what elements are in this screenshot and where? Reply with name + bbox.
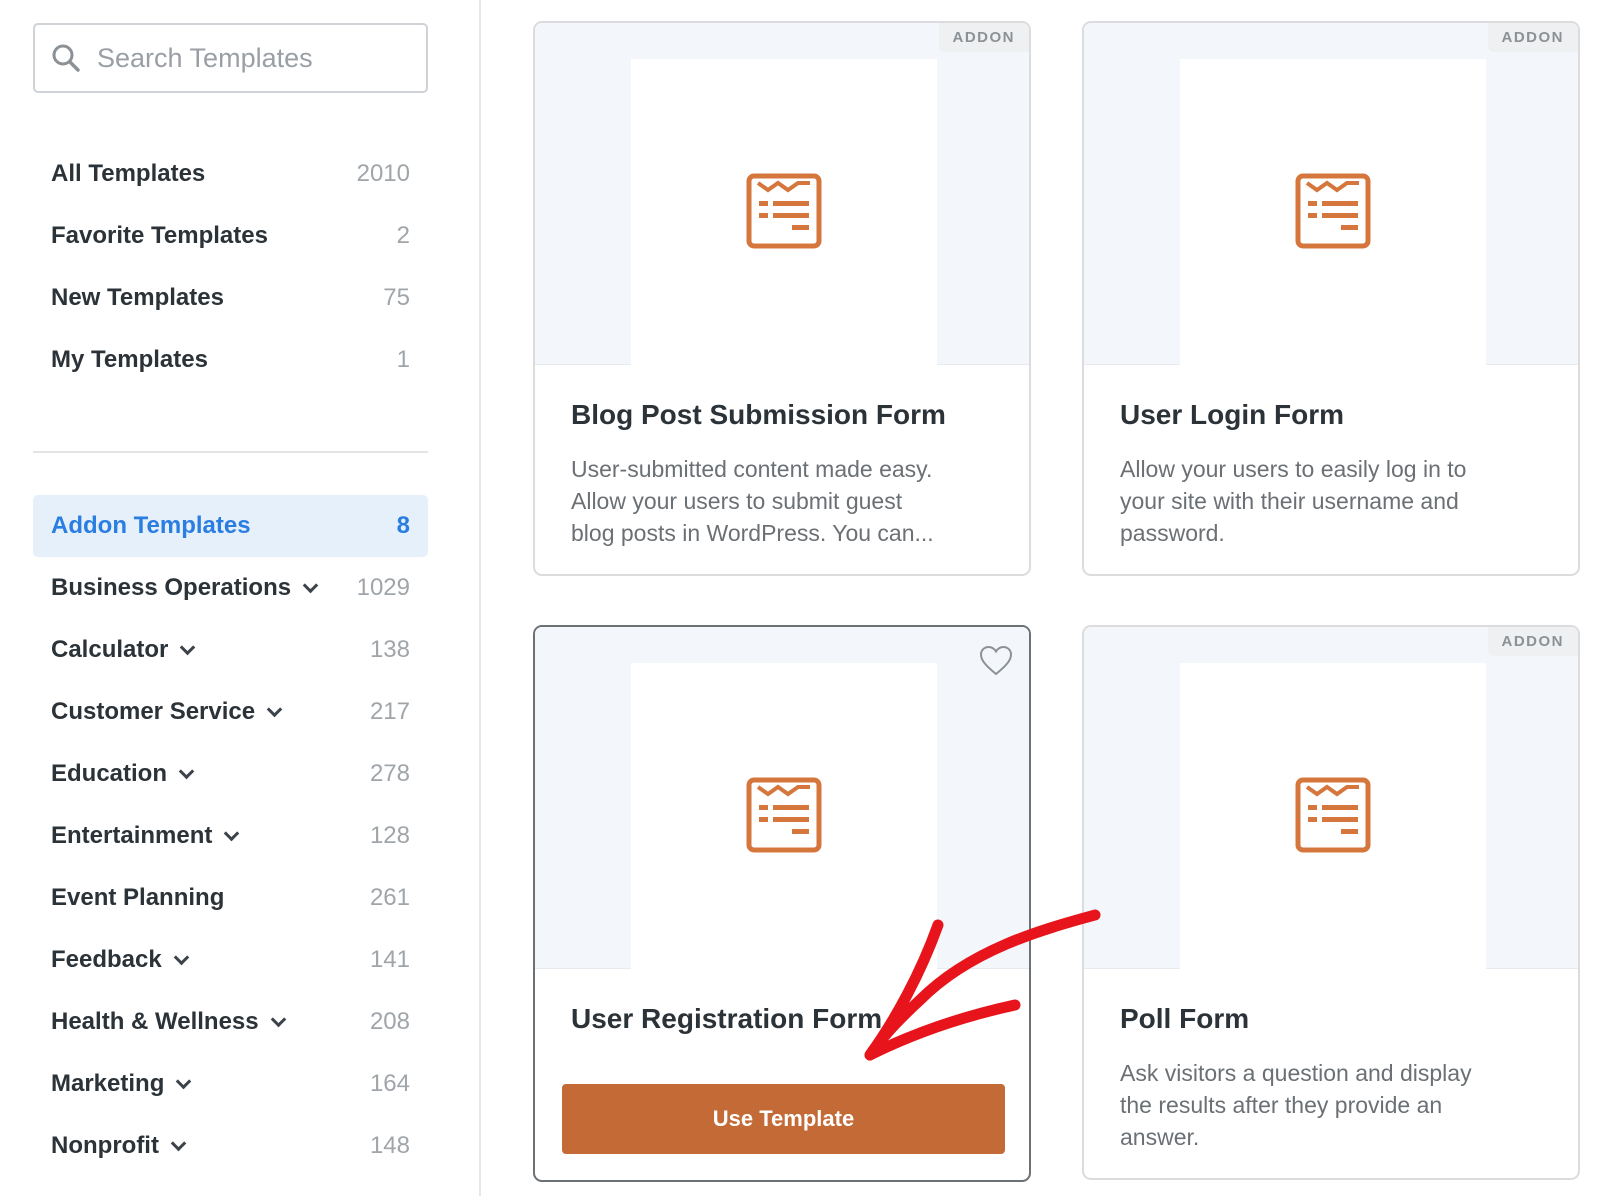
card-description-line: User-submitted content made easy. — [571, 456, 933, 482]
sidebar-item-count: 8 — [396, 512, 410, 539]
template-card-user-registration[interactable]: User Registration Form Use Template — [533, 625, 1031, 1182]
sidebar-item-count: 164 — [369, 1070, 410, 1097]
template-card-user-login[interactable]: ADDON User Login Form Allow your users t… — [1082, 21, 1580, 576]
sidebar-item-label: All Templates — [51, 160, 206, 187]
sidebar-item-count: 278 — [369, 760, 410, 787]
sidebar-item-count: 138 — [369, 636, 410, 663]
chevron-down-icon[interactable] — [302, 577, 319, 593]
sidebar-item-label: Business Operations — [51, 574, 292, 601]
card-title: Blog Post Submission Form — [571, 399, 946, 430]
sidebar-item-feedback[interactable]: Feedback 141 — [33, 929, 428, 991]
chevron-down-icon[interactable] — [180, 639, 196, 655]
addon-badge: ADDON — [1487, 627, 1578, 656]
sidebar-item-count: 148 — [369, 1132, 410, 1159]
sidebar-item-my-templates[interactable]: My Templates 1 — [33, 329, 428, 391]
sidebar-item-count: 261 — [369, 884, 410, 911]
sidebar-item-count: 128 — [369, 822, 410, 849]
addon-badge: ADDON — [1487, 23, 1578, 52]
card-title: User Login Form — [1120, 399, 1345, 430]
card-description: Ask visitors a question and display the … — [1120, 1057, 1542, 1153]
sidebar-item-count: 217 — [369, 698, 410, 725]
sidebar-item-marketing[interactable]: Marketing 164 — [33, 1053, 428, 1115]
sidebar-item-count: 2010 — [356, 160, 410, 187]
card-description-line: blog posts in WordPress. You can... — [571, 520, 934, 546]
chevron-down-icon[interactable] — [178, 763, 195, 779]
card-description-line: Ask visitors a question and display — [1120, 1060, 1472, 1086]
sidebar-item-label: Nonprofit — [51, 1132, 159, 1159]
template-preview: ADDON — [1084, 23, 1578, 365]
sidebar-item-label: Calculator — [51, 636, 169, 663]
card-description: User-submitted content made easy. Allow … — [571, 453, 993, 549]
card-description-line: password. — [1120, 520, 1225, 546]
chevron-down-icon[interactable] — [173, 949, 189, 965]
form-template-icon — [1295, 173, 1371, 249]
sidebar-divider — [33, 451, 428, 453]
template-preview: ADDON — [1084, 627, 1578, 969]
template-card-blog-post-submission[interactable]: ADDON Blog Post Submission Form User-sub… — [533, 21, 1031, 576]
sidebar-item-calculator[interactable]: Calculator 138 — [33, 619, 428, 681]
category-list: Addon Templates 8 Business Operations 10… — [33, 495, 428, 1177]
sidebar-item-label: Event Planning — [51, 884, 225, 911]
sidebar-item-count: 1029 — [356, 574, 410, 601]
sidebar-item-all-templates[interactable]: All Templates 2010 — [33, 143, 428, 205]
card-description-line: Allow your users to submit guest — [571, 488, 903, 514]
sidebar-item-customer-service[interactable]: Customer Service 217 — [33, 681, 428, 743]
card-description-line: Allow your users to easily log in to — [1120, 456, 1467, 482]
form-template-icon — [746, 777, 822, 853]
search-input[interactable] — [97, 42, 397, 74]
sidebar-item-count: 75 — [383, 284, 410, 311]
chevron-down-icon[interactable] — [170, 1135, 187, 1151]
template-preview: ADDON — [535, 23, 1029, 365]
template-card-poll[interactable]: ADDON Poll Form Ask visitors a question … — [1082, 625, 1580, 1180]
sidebar-item-count: 141 — [369, 946, 410, 973]
card-description: Allow your users to easily log in to you… — [1120, 453, 1542, 549]
sidebar-item-label: Marketing — [51, 1070, 165, 1097]
chevron-down-icon[interactable] — [266, 701, 283, 717]
search-icon — [52, 44, 80, 72]
sidebar-item-count: 208 — [369, 1008, 410, 1035]
sidebar-item-label: Health & Wellness — [51, 1008, 259, 1035]
sidebar-item-label: New Templates — [51, 284, 224, 311]
chevron-down-icon[interactable] — [176, 1073, 192, 1089]
sidebar-item-label: My Templates — [51, 346, 208, 373]
sidebar-item-count: 2 — [396, 222, 410, 249]
card-title: Poll Form — [1120, 1003, 1250, 1034]
primary-filter-list: All Templates 2010 Favorite Templates 2 … — [33, 143, 428, 391]
sidebar-item-label: Feedback — [51, 946, 162, 973]
sidebar-item-addon-templates[interactable]: Addon Templates 8 — [33, 495, 428, 557]
annotation-arrow-icon — [864, 909, 1101, 1061]
sidebar-item-new-templates[interactable]: New Templates 75 — [33, 267, 428, 329]
search-box[interactable] — [33, 23, 428, 93]
sidebar-item-label: Education — [51, 760, 168, 787]
chevron-down-icon[interactable] — [224, 825, 240, 841]
addon-badge: ADDON — [938, 23, 1029, 52]
use-template-button[interactable]: Use Template — [562, 1084, 1005, 1154]
card-description-line: answer. — [1120, 1124, 1200, 1150]
sidebar-item-education[interactable]: Education 278 — [33, 743, 428, 805]
sidebar-item-count: 1 — [396, 346, 410, 373]
sidebar-item-favorite-templates[interactable]: Favorite Templates 2 — [33, 205, 428, 267]
sidebar-item-label: Favorite Templates — [51, 222, 268, 249]
form-template-icon — [1295, 777, 1371, 853]
sidebar-item-label: Customer Service — [51, 698, 256, 725]
sidebar-item-nonprofit[interactable]: Nonprofit 148 — [33, 1115, 428, 1177]
sidebar-item-business-operations[interactable]: Business Operations 1029 — [33, 557, 428, 619]
sidebar-item-label: Entertainment — [51, 822, 213, 849]
card-description-line: your site with their username and — [1120, 488, 1459, 514]
sidebar-item-event-planning[interactable]: Event Planning 261 — [33, 867, 428, 929]
sidebar-item-entertainment[interactable]: Entertainment 128 — [33, 805, 428, 867]
sidebar-item-health-wellness[interactable]: Health & Wellness 208 — [33, 991, 428, 1053]
heart-icon[interactable] — [979, 645, 1013, 677]
sidebar-item-label: Addon Templates — [51, 512, 251, 539]
sidebar: All Templates 2010 Favorite Templates 2 … — [0, 0, 481, 1196]
chevron-down-icon[interactable] — [270, 1011, 286, 1027]
card-description-line: the results after they provide an — [1120, 1092, 1443, 1118]
form-template-icon — [746, 173, 822, 249]
